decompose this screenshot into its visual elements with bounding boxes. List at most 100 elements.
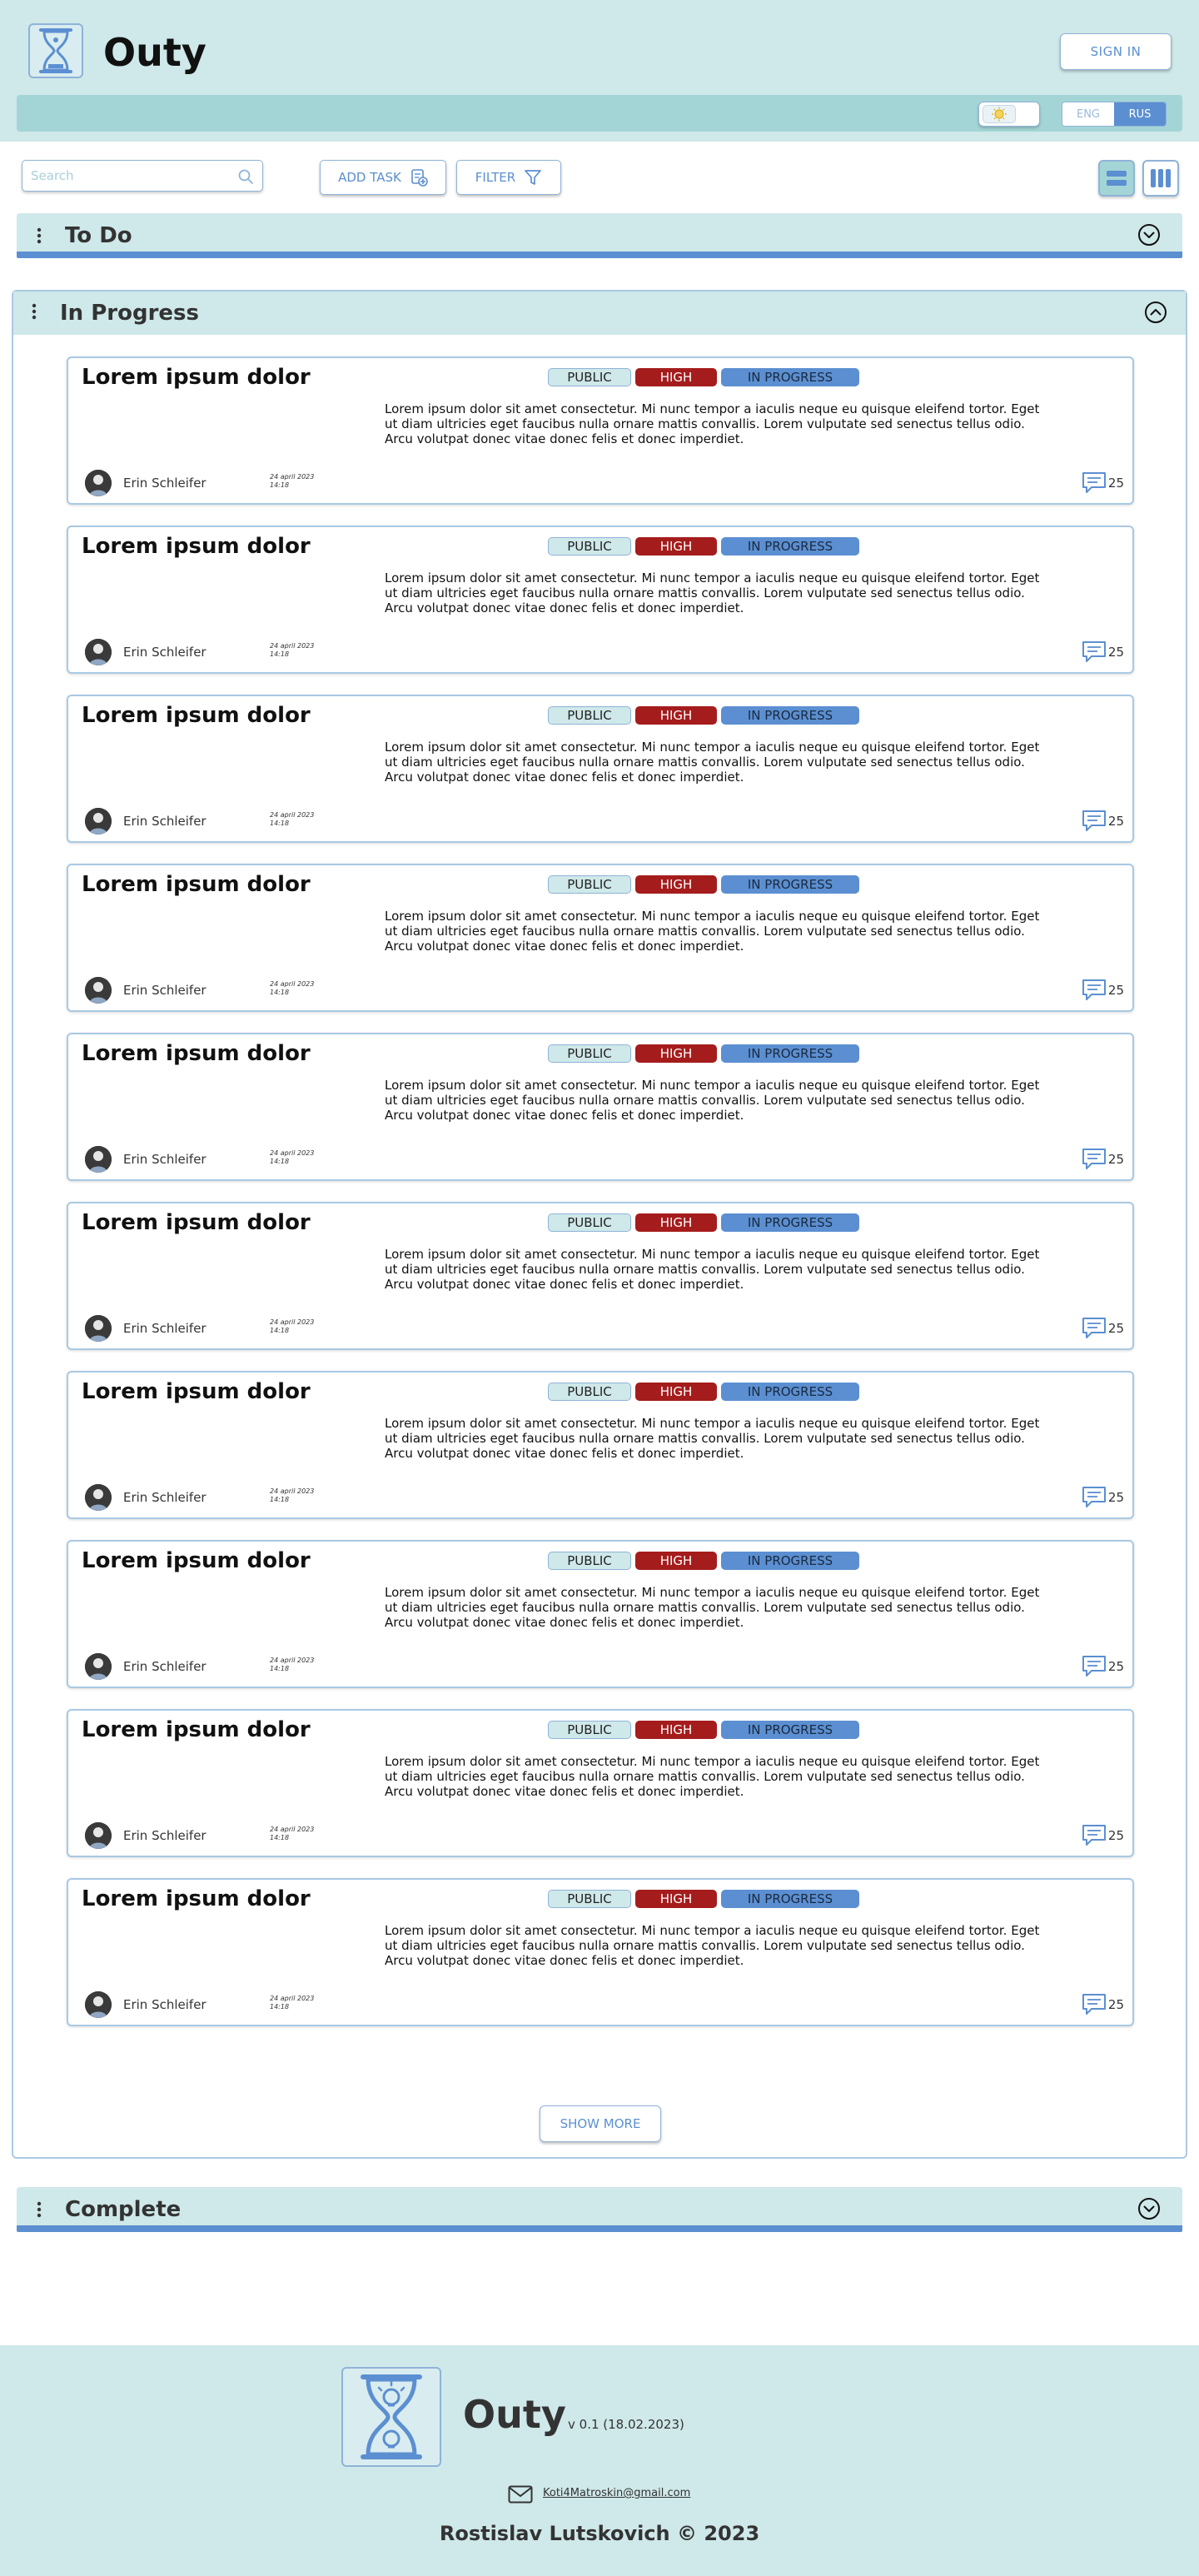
lang-eng-button[interactable]: ENG (1062, 102, 1114, 126)
comments-button[interactable]: 25 (1082, 1486, 1124, 1509)
avatar[interactable] (85, 1653, 112, 1680)
task-author: Erin Schleifer (123, 983, 206, 998)
comments-button[interactable]: 25 (1082, 810, 1124, 833)
section-in-progress-header[interactable]: In Progress (13, 291, 1186, 335)
task-date-time: 14:18 (270, 1327, 290, 1334)
avatar[interactable] (85, 977, 112, 1004)
visibility-badge: PUBLIC (548, 875, 631, 894)
task-description: Lorem ipsum dolor sit amet consectetur. … (385, 740, 1040, 785)
section-title: In Progress (60, 301, 199, 326)
comments-button[interactable]: 25 (1082, 1993, 1124, 2016)
avatar[interactable] (85, 1991, 112, 2018)
drag-handle-icon[interactable] (32, 303, 37, 320)
task-card[interactable]: Lorem ipsum dolor PUBLIC HIGH IN PROGRESS Lo… (67, 695, 1134, 843)
comment-icon (1082, 472, 1106, 493)
comments-button[interactable]: 25 (1082, 1317, 1124, 1340)
logo[interactable] (28, 23, 83, 78)
task-date-time: 14:18 (270, 2003, 290, 2010)
comments-button[interactable]: 25 (1082, 1824, 1124, 1847)
comments-button[interactable]: 25 (1082, 1655, 1124, 1678)
chevron-down-icon[interactable] (1137, 223, 1161, 247)
task-date-time: 14:18 (270, 1834, 290, 1841)
board-view-icon (1151, 169, 1171, 187)
hourglass-icon (39, 28, 72, 73)
theme-toggle[interactable] (978, 102, 1040, 127)
task-badges: PUBLIC HIGH IN PROGRESS (548, 1044, 859, 1063)
avatar[interactable] (85, 808, 112, 835)
chevron-up-icon[interactable] (1144, 301, 1167, 324)
task-date-time: 14:18 (270, 650, 290, 658)
task-description: Lorem ipsum dolor sit amet consectetur. … (385, 1078, 1040, 1123)
task-badges: PUBLIC HIGH IN PROGRESS (548, 1383, 859, 1401)
comments-button[interactable]: 25 (1082, 471, 1124, 495)
user-avatar-icon (85, 977, 112, 1004)
priority-badge: HIGH (635, 875, 717, 894)
priority-badge: HIGH (635, 1721, 717, 1739)
footer-brand: Outy (463, 2392, 566, 2437)
task-title: Lorem ipsum dolor (82, 1717, 311, 1742)
task-date-day: 24 april 2023 (270, 1657, 315, 1664)
drag-handle-icon[interactable] (37, 2201, 42, 2218)
task-card[interactable]: Lorem ipsum dolor PUBLIC HIGH IN PROGRESS Lo… (67, 1878, 1134, 2026)
user-avatar-icon (85, 1315, 112, 1342)
filter-button[interactable]: FILTER (456, 160, 561, 195)
avatar[interactable] (85, 1484, 112, 1511)
footer-version: v 0.1 (18.02.2023) (568, 2417, 684, 2432)
footer-email-link[interactable]: Koti4Matroskin@gmail.com (543, 2487, 690, 2499)
section-todo[interactable]: To Do (17, 213, 1182, 258)
task-date-time: 14:18 (270, 989, 290, 996)
avatar[interactable] (85, 1822, 112, 1849)
task-description: Lorem ipsum dolor sit amet consectetur. … (385, 909, 1040, 954)
drag-handle-icon[interactable] (37, 227, 42, 244)
task-card[interactable]: Lorem ipsum dolor PUBLIC HIGH IN PROGRESS Lo… (67, 1371, 1134, 1519)
task-card[interactable]: Lorem ipsum dolor PUBLIC HIGH IN PROGRESS Lo… (67, 1202, 1134, 1350)
show-more-button[interactable]: SHOW MORE (540, 2105, 661, 2142)
task-description: Lorem ipsum dolor sit amet consectetur. … (385, 1923, 1040, 1968)
chevron-down-icon[interactable] (1137, 2197, 1161, 2220)
visibility-badge: PUBLIC (548, 1721, 631, 1739)
task-date-day: 24 april 2023 (270, 1995, 315, 2002)
task-card[interactable]: Lorem ipsum dolor PUBLIC HIGH IN PROGRESS Lo… (67, 864, 1134, 1012)
language-switch: ENG RUS (1062, 102, 1167, 127)
avatar[interactable] (85, 1146, 112, 1173)
list-view-button[interactable] (1098, 160, 1135, 197)
task-date: 24 april 2023 14:18 (270, 473, 314, 490)
user-avatar-icon (85, 470, 112, 496)
footer-copyright: Rostislav Lutskovich © 2023 (439, 2522, 760, 2545)
task-date: 24 april 2023 14:18 (270, 1995, 314, 2011)
task-card[interactable]: Lorem ipsum dolor PUBLIC HIGH IN PROGRESS Lo… (67, 1540, 1134, 1688)
user-avatar-icon (85, 808, 112, 835)
avatar[interactable] (85, 639, 112, 665)
task-date-day: 24 april 2023 (270, 1318, 315, 1326)
add-task-button[interactable]: ADD TASK (320, 160, 446, 195)
task-card[interactable]: Lorem ipsum dolor PUBLIC HIGH IN PROGRESS Lo… (67, 526, 1134, 674)
sign-in-button[interactable]: SIGN IN (1060, 33, 1172, 70)
task-card[interactable]: Lorem ipsum dolor PUBLIC HIGH IN PROGRESS Lo… (67, 1709, 1134, 1857)
footer: Outy v 0.1 (18.02.2023) Koti4Matroskin@g… (0, 2345, 1199, 2576)
page: Outy SIGN IN ENG RUS Search ADD TASK FIL… (0, 0, 1199, 2576)
comments-button[interactable]: 25 (1082, 979, 1124, 1002)
user-avatar-icon (85, 1991, 112, 2018)
user-avatar-icon (85, 1146, 112, 1173)
lang-rus-button[interactable]: RUS (1114, 102, 1166, 126)
task-title: Lorem ipsum dolor (82, 365, 311, 390)
add-task-label: ADD TASK (338, 170, 401, 185)
avatar[interactable] (85, 1315, 112, 1342)
task-card[interactable]: Lorem ipsum dolor PUBLIC HIGH IN PROGRESS Lo… (67, 356, 1134, 505)
avatar[interactable] (85, 470, 112, 496)
filter-label: FILTER (475, 170, 516, 185)
search-icon[interactable] (237, 168, 254, 185)
priority-badge: HIGH (635, 706, 717, 725)
section-complete[interactable]: Complete (17, 2187, 1182, 2232)
task-card[interactable]: Lorem ipsum dolor PUBLIC HIGH IN PROGRESS Lo… (67, 1033, 1134, 1181)
comments-button[interactable]: 25 (1082, 640, 1124, 664)
task-description: Lorem ipsum dolor sit amet consectetur. … (385, 1247, 1040, 1292)
task-description: Lorem ipsum dolor sit amet consectetur. … (385, 1585, 1040, 1630)
search-input[interactable] (22, 161, 222, 191)
task-date-time: 14:18 (270, 1665, 290, 1672)
comments-button[interactable]: 25 (1082, 1148, 1124, 1171)
status-badge: IN PROGRESS (721, 1044, 859, 1063)
board-view-button[interactable] (1142, 160, 1179, 197)
task-date-time: 14:18 (270, 481, 290, 489)
list-view-icon (1107, 171, 1127, 186)
